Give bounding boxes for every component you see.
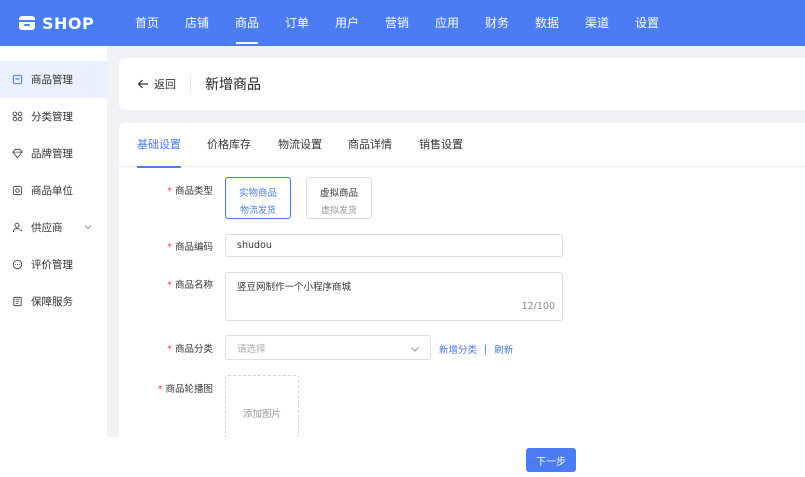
nav-item-store[interactable]: 店铺 [172, 0, 222, 46]
sidebar-item-label: 商品单位 [31, 185, 73, 197]
main-nav: 首页 店铺 商品 订单 用户 营销 应用 财务 数据 渠道 设置 [122, 0, 672, 46]
header-divider [190, 76, 191, 92]
add-category-link[interactable]: 新增分类 [439, 342, 477, 356]
add-image-upload[interactable]: 添加图片 [225, 375, 299, 437]
tab-bar: 基础设置 价格库存 物流设置 商品详情 销售设置 [119, 123, 805, 168]
comment-icon [12, 259, 23, 270]
sidebar-item-product-management[interactable]: 商品管理 [0, 61, 107, 98]
nav-item-users[interactable]: 用户 [322, 0, 372, 46]
sidebar-item-label: 评价管理 [31, 259, 73, 271]
store-icon [19, 16, 35, 30]
option-title: 实物商品 [238, 188, 277, 199]
top-navigation-bar: SHOP 首页 店铺 商品 订单 用户 营销 应用 财务 数据 渠道 设置 [0, 0, 805, 46]
document-icon [13, 296, 22, 307]
product-name-label: * 商品名称 [167, 280, 213, 291]
product-type-label: * 商品类型 [167, 186, 213, 197]
back-button[interactable]: 返回 [137, 76, 176, 92]
app-logo[interactable]: SHOP [18, 14, 122, 33]
product-type-virtual-option[interactable]: 虚拟商品 虚拟发货 [306, 177, 372, 219]
back-label: 返回 [154, 78, 176, 91]
tab-sales-settings[interactable]: 销售设置 [419, 123, 463, 167]
upload-label: 添加图片 [242, 409, 281, 420]
nav-item-marketing[interactable]: 营销 [372, 0, 422, 46]
sidebar-item-suppliers[interactable]: 供应商 [0, 209, 107, 246]
option-subtitle: 物流发货 [239, 206, 276, 216]
option-title: 虚拟商品 [319, 188, 358, 199]
sidebar-item-category-management[interactable]: 分类管理 [0, 98, 107, 135]
footer-bar [0, 437, 805, 477]
product-category-label: * 商品分类 [167, 344, 213, 355]
sidebar-item-label: 商品管理 [31, 74, 73, 86]
select-placeholder: 请选择 [237, 343, 266, 355]
nav-item-home[interactable]: 首页 [122, 0, 172, 46]
sidebar-item-brand-management[interactable]: 品牌管理 [0, 135, 107, 172]
chevron-down-icon [411, 347, 419, 352]
next-step-button[interactable]: 下一步 [526, 448, 576, 472]
nav-item-finance[interactable]: 财务 [472, 0, 522, 46]
diamond-icon [12, 148, 23, 159]
sidebar: 商品管理 分类管理 品牌管理 商品单位 供应商 评价管理 保障服务 [0, 46, 107, 477]
sidebar-item-guarantee-services[interactable]: 保障服务 [0, 283, 107, 320]
page-header: 返回 新增商品 [119, 58, 805, 110]
bag-icon [12, 74, 23, 85]
nav-item-channels[interactable]: 渠道 [572, 0, 622, 46]
tab-product-details[interactable]: 商品详情 [348, 123, 392, 167]
sidebar-item-label: 分类管理 [31, 111, 73, 123]
refresh-link[interactable]: 刷新 [494, 342, 513, 356]
sidebar-item-product-units[interactable]: 商品单位 [0, 172, 107, 209]
sidebar-item-review-management[interactable]: 评价管理 [0, 246, 107, 283]
product-code-value: shudou [237, 240, 272, 251]
user-icon [12, 222, 23, 233]
page-title: 新增商品 [205, 77, 261, 93]
product-category-select[interactable]: 请选择 [225, 335, 431, 360]
form-card: 基础设置 价格库存 物流设置 商品详情 销售设置 * 商品类型 实物商品 物流发货… [119, 123, 805, 437]
char-counter: 12/100 [521, 301, 555, 312]
nav-item-products[interactable]: 商品 [222, 0, 272, 46]
target-icon [12, 185, 23, 196]
option-subtitle: 虚拟发货 [320, 206, 357, 216]
link-separator: | [484, 343, 488, 355]
app-name: SHOP [42, 13, 95, 33]
tab-price-inventory[interactable]: 价格库存 [207, 123, 251, 167]
category-actions: 新增分类 | 刷新 [439, 342, 513, 357]
product-type-physical-option[interactable]: 实物商品 物流发货 [225, 177, 291, 219]
tab-logistics-settings[interactable]: 物流设置 [278, 123, 322, 167]
product-code-input[interactable]: shudou [225, 234, 563, 257]
nav-item-orders[interactable]: 订单 [272, 0, 322, 46]
grid-icon [12, 111, 23, 122]
sidebar-item-label: 保障服务 [31, 296, 73, 308]
sidebar-item-label: 供应商 [31, 222, 63, 234]
sidebar-item-label: 品牌管理 [31, 148, 73, 160]
product-name-value: 竖豆网制作一个小程序商城 [237, 282, 352, 293]
chevron-down-icon[interactable] [83, 222, 93, 232]
nav-item-data[interactable]: 数据 [522, 0, 572, 46]
product-name-textarea[interactable]: 竖豆网制作一个小程序商城 12/100 [225, 272, 563, 321]
carousel-images-label: * 商品轮播图 [157, 384, 213, 395]
arrow-left-icon [137, 79, 148, 89]
tab-basic-settings[interactable]: 基础设置 [137, 123, 181, 168]
nav-item-apps[interactable]: 应用 [422, 0, 472, 46]
product-code-label: * 商品编码 [167, 242, 213, 253]
nav-item-settings[interactable]: 设置 [622, 0, 672, 46]
